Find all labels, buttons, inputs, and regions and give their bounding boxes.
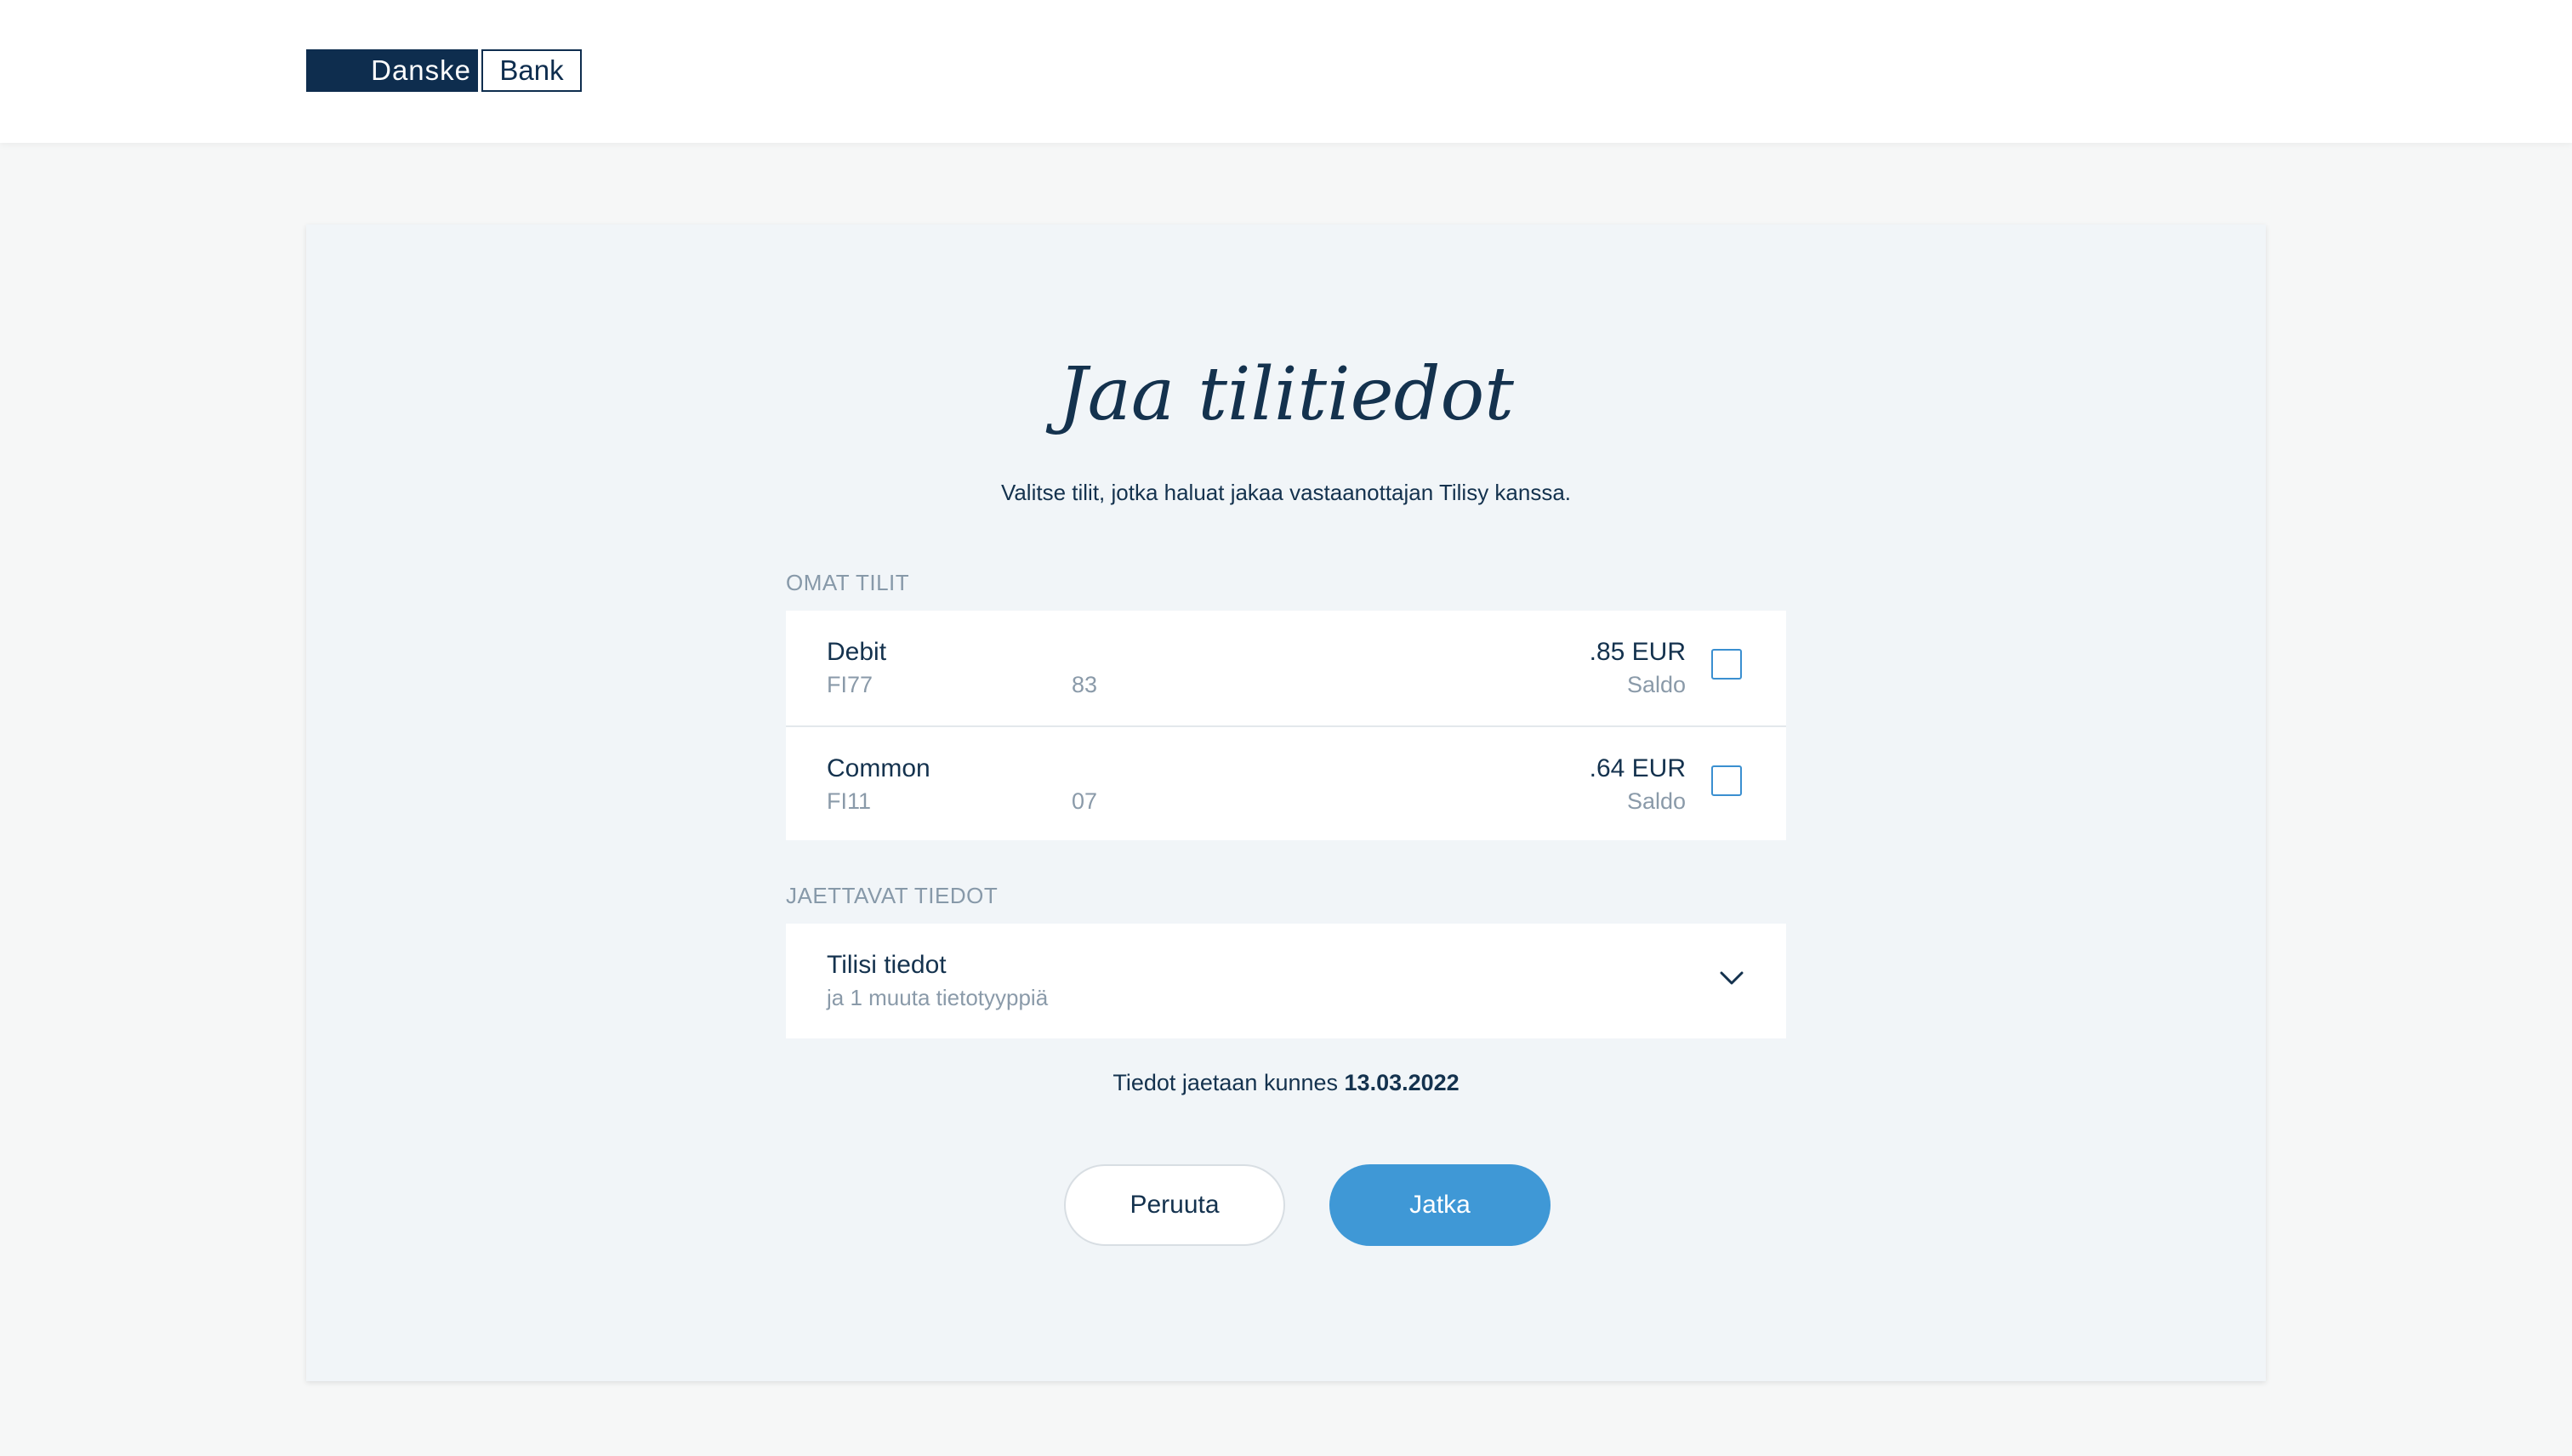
own-accounts-label: OMAT TILIT [786, 570, 910, 595]
top-header: Danske Bank [0, 0, 2572, 143]
cancel-button[interactable]: Peruuta [1064, 1164, 1285, 1246]
sharing-expiry: Tiedot jaetaan kunnes 13.03.2022 [306, 1070, 2266, 1096]
expiry-prefix: Tiedot jaetaan kunnes [1112, 1070, 1345, 1095]
shared-data-dropdown[interactable]: Tilisi tiedot ja 1 muuta tietotyyppiä [786, 924, 1786, 1038]
account-iban-start: FI11 [827, 788, 872, 814]
account-name: Common [827, 754, 930, 782]
account-balance-label: Saldo [1626, 788, 1686, 814]
consent-card: Jaa tilitiedot Valitse tilit, jotka halu… [306, 225, 2266, 1381]
account-iban-end: 83 [1072, 672, 1098, 697]
account-balance-label: Saldo [1626, 672, 1686, 697]
account-row-debit[interactable]: Debit FI77 83 .85 EUR Saldo [786, 611, 1786, 725]
account-checkbox-common[interactable] [1711, 765, 1742, 796]
account-row-common[interactable]: Common FI11 07 .64 EUR Saldo [786, 725, 1786, 840]
page-title: Jaa tilitiedot [1058, 352, 1514, 437]
account-balance-amount: .85 EUR [1589, 638, 1686, 666]
chevron-down-icon[interactable] [1718, 964, 1745, 992]
logo-bank-text: Bank [481, 49, 582, 92]
danske-bank-logo[interactable]: Danske Bank [306, 49, 582, 92]
page-subtitle: Valitse tilit, jotka haluat jakaa vastaa… [1000, 480, 1572, 505]
account-name: Debit [827, 638, 887, 666]
continue-button[interactable]: Jatka [1329, 1164, 1551, 1246]
shared-data-subtitle: ja 1 muuta tietotyyppiä [827, 985, 1049, 1010]
expiry-date: 13.03.2022 [1344, 1070, 1460, 1095]
shared-data-label: JAETTAVAT TIEDOT [786, 883, 999, 908]
account-checkbox-debit[interactable] [1711, 649, 1742, 680]
account-list: Debit FI77 83 .85 EUR Saldo Common FI11 … [786, 611, 1786, 840]
account-balance-amount: .64 EUR [1589, 754, 1686, 782]
account-iban-end: 07 [1072, 788, 1098, 814]
shared-data-title: Tilisi tiedot [827, 951, 947, 979]
logo-danske-text: Danske [306, 49, 478, 92]
account-iban-start: FI77 [827, 672, 873, 697]
